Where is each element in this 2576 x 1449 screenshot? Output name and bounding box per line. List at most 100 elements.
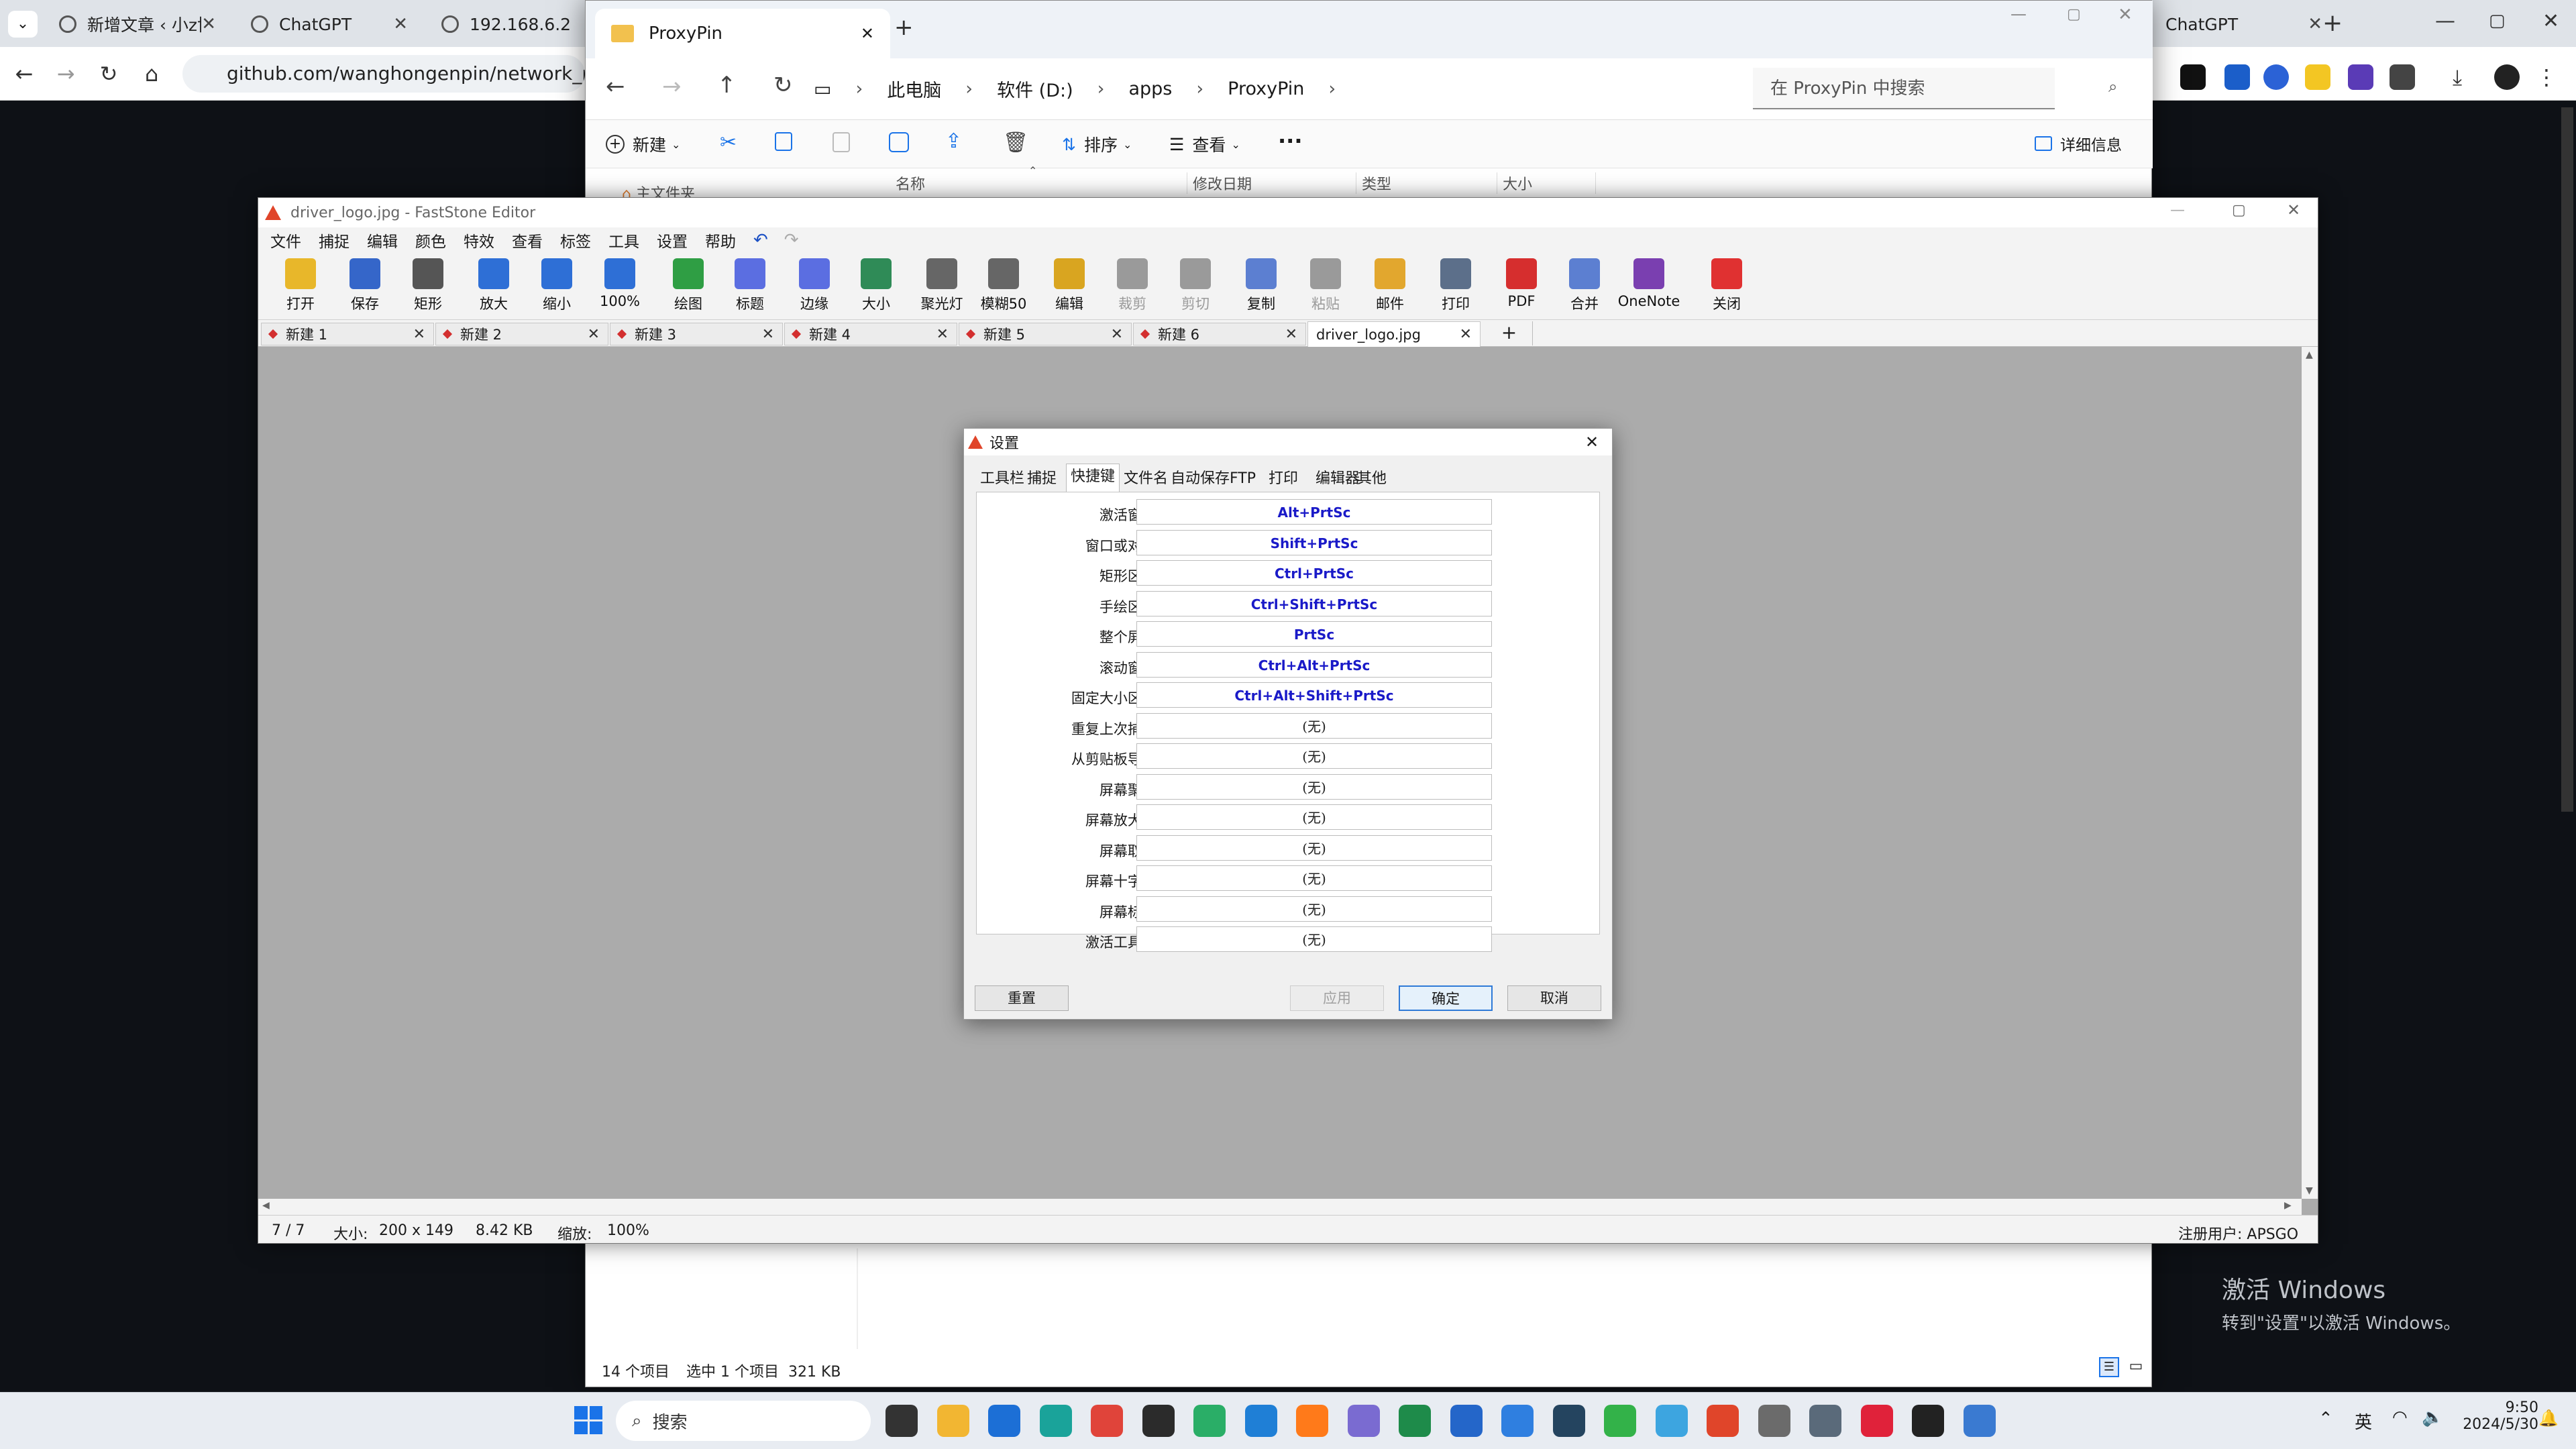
horizontal-scrollbar[interactable]: ◀ ▶ [258,1199,2302,1215]
settings-tab[interactable]: 工具栏 [976,466,1028,492]
close-window-button[interactable]: ✕ [2287,201,2300,219]
puzzle-icon[interactable] [2390,64,2415,90]
settings-tab[interactable]: 捕捉 [1023,466,1061,492]
extension-icon[interactable] [2263,64,2289,90]
menu-edit[interactable]: 编辑 [367,229,398,252]
toolbar-button[interactable]: 矩形 [399,256,457,317]
undo-icon[interactable]: ↶ [753,230,768,250]
home-icon[interactable]: ⌂ [137,59,166,89]
tab-search-button[interactable]: ⌄ [8,11,38,38]
notification-icon[interactable]: 🔔 [2538,1409,2559,1428]
scroll-down-icon[interactable]: ▼ [2306,1185,2313,1196]
close-tab-icon[interactable]: ✕ [2308,14,2322,34]
settings-tab[interactable]: 打印 [1265,466,1302,492]
settings-tab[interactable]: 自动保存 [1167,466,1234,492]
new-tab-button[interactable]: + [2322,9,2343,37]
toolbar-button[interactable]: 聚光灯 [913,256,971,317]
extension-icon[interactable] [2224,64,2250,90]
column-name[interactable]: 名称 [896,172,925,194]
computer-icon[interactable]: ▭ [814,78,831,100]
close-tab-icon[interactable]: ✕ [588,326,600,343]
toolbar-button[interactable]: 标题 [721,256,779,317]
hotkey-input[interactable]: (无) [1136,773,1492,800]
scroll-up-icon[interactable]: ▲ [2306,350,2313,360]
calculator-icon[interactable] [1809,1405,1841,1437]
column-modified[interactable]: 修改日期 [1187,172,1252,194]
menu-settings[interactable]: 设置 [657,229,688,252]
details-view-icon[interactable]: ☰ [2099,1357,2119,1377]
reload-icon[interactable]: ↻ [94,59,123,89]
tiles-view-icon[interactable]: ▭ [2126,1357,2146,1377]
7zip-icon[interactable] [1912,1405,1944,1437]
file-explorer-icon[interactable] [936,1405,969,1437]
settings-tab[interactable]: 快捷键 [1066,464,1120,492]
volume-icon[interactable]: 🔈 [2422,1407,2443,1428]
faststone-icon[interactable] [1707,1405,1739,1437]
settings-icon[interactable] [1347,1405,1380,1437]
firefox-icon[interactable] [1296,1405,1328,1437]
back-icon[interactable]: ← [606,73,625,100]
download-icon[interactable] [1552,1405,1585,1437]
extension-icon[interactable] [2180,64,2206,90]
wifi-icon[interactable]: ◠ [2392,1407,2408,1428]
minimize-button[interactable]: — [2170,202,2185,219]
excel-icon[interactable] [1399,1405,1431,1437]
browser-tab[interactable]: ChatGPT ✕ [239,5,420,43]
hotkey-input[interactable]: (无) [1136,865,1492,891]
new-tab-button[interactable]: + [894,14,914,41]
more-button[interactable]: ··· [1278,128,1302,154]
breadcrumb-item[interactable]: 此电脑 [887,76,941,102]
document-tab[interactable]: 新建 5 ✕ [959,323,1132,345]
hotkey-input[interactable]: Shift+PrtSc [1136,529,1492,555]
close-tab-icon[interactable]: ✕ [201,14,216,34]
browser-tab[interactable]: 新增文章 ‹ 小z博 ✕ [47,5,228,43]
hotkey-input[interactable]: Ctrl+Shift+PrtSc [1136,590,1492,616]
toolbar-button[interactable]: 模糊50 [975,256,1032,317]
rename-icon[interactable] [889,132,909,152]
breadcrumb-item[interactable]: apps [1128,78,1172,99]
document-tab[interactable]: 新建 4 ✕ [784,323,957,345]
close-tab-icon[interactable]: ✕ [861,24,874,43]
maximize-button[interactable]: ▢ [2232,202,2246,219]
document-tab[interactable]: driver_logo.jpg ✕ [1307,321,1481,347]
hotkey-input[interactable]: Ctrl+Alt+PrtSc [1136,651,1492,678]
close-tab-icon[interactable]: ✕ [1111,326,1123,343]
hotkey-input[interactable]: (无) [1136,896,1492,922]
column-size[interactable]: 大小 [1497,172,1596,194]
wechat-icon[interactable] [1193,1405,1226,1437]
menu-tabs[interactable]: 标签 [560,229,591,252]
extension-icon[interactable] [2348,64,2373,90]
settings-tab[interactable]: 文件名 [1120,466,1172,492]
menu-capture[interactable]: 捕捉 [319,229,350,252]
outlook-icon[interactable] [1450,1405,1483,1437]
up-icon[interactable]: ↑ [717,72,737,99]
clock[interactable]: 9:50 2024/5/30 [2455,1399,2538,1433]
netease-icon[interactable] [1860,1405,1893,1437]
vertical-scrollbar[interactable]: ▲ ▼ [2302,347,2318,1199]
details-button[interactable]: 详细信息 [2035,132,2122,155]
vm-icon[interactable] [1758,1405,1790,1437]
close-window-button[interactable]: ✕ [2542,9,2559,33]
toolbar-button[interactable]: 打印 [1427,256,1485,317]
menu-tools[interactable]: 工具 [608,229,639,252]
hotkey-input[interactable]: (无) [1136,804,1492,830]
close-tab-icon[interactable]: ✕ [936,326,949,343]
breadcrumb-item[interactable]: ProxyPin [1228,78,1304,99]
terminal-icon[interactable] [1142,1405,1175,1437]
share-icon[interactable]: ⇪ [945,129,962,153]
store-icon[interactable] [988,1405,1020,1437]
toolbar-button[interactable]: 绘图 [659,256,717,317]
minimize-button[interactable]: — [2435,9,2455,33]
explorer-tab[interactable]: ProxyPin ✕ [595,9,890,58]
toolbar-button[interactable]: 编辑 [1040,256,1098,317]
document-tab[interactable]: 新建 6 ✕ [1133,323,1306,345]
address-bar[interactable]: github.com/wanghongenpin/network_proxy_ [182,55,585,93]
close-tab-icon[interactable]: ✕ [393,14,408,34]
image-icon[interactable] [1655,1405,1688,1437]
hotkey-input[interactable]: PrtSc [1136,621,1492,647]
menu-colors[interactable]: 颜色 [415,229,446,252]
toolbar-button[interactable]: 100% [591,256,649,317]
reset-button[interactable]: 重置 [975,985,1069,1011]
close-tab-icon[interactable]: ✕ [413,326,425,343]
hotkey-input[interactable]: Alt+PrtSc [1136,499,1492,525]
